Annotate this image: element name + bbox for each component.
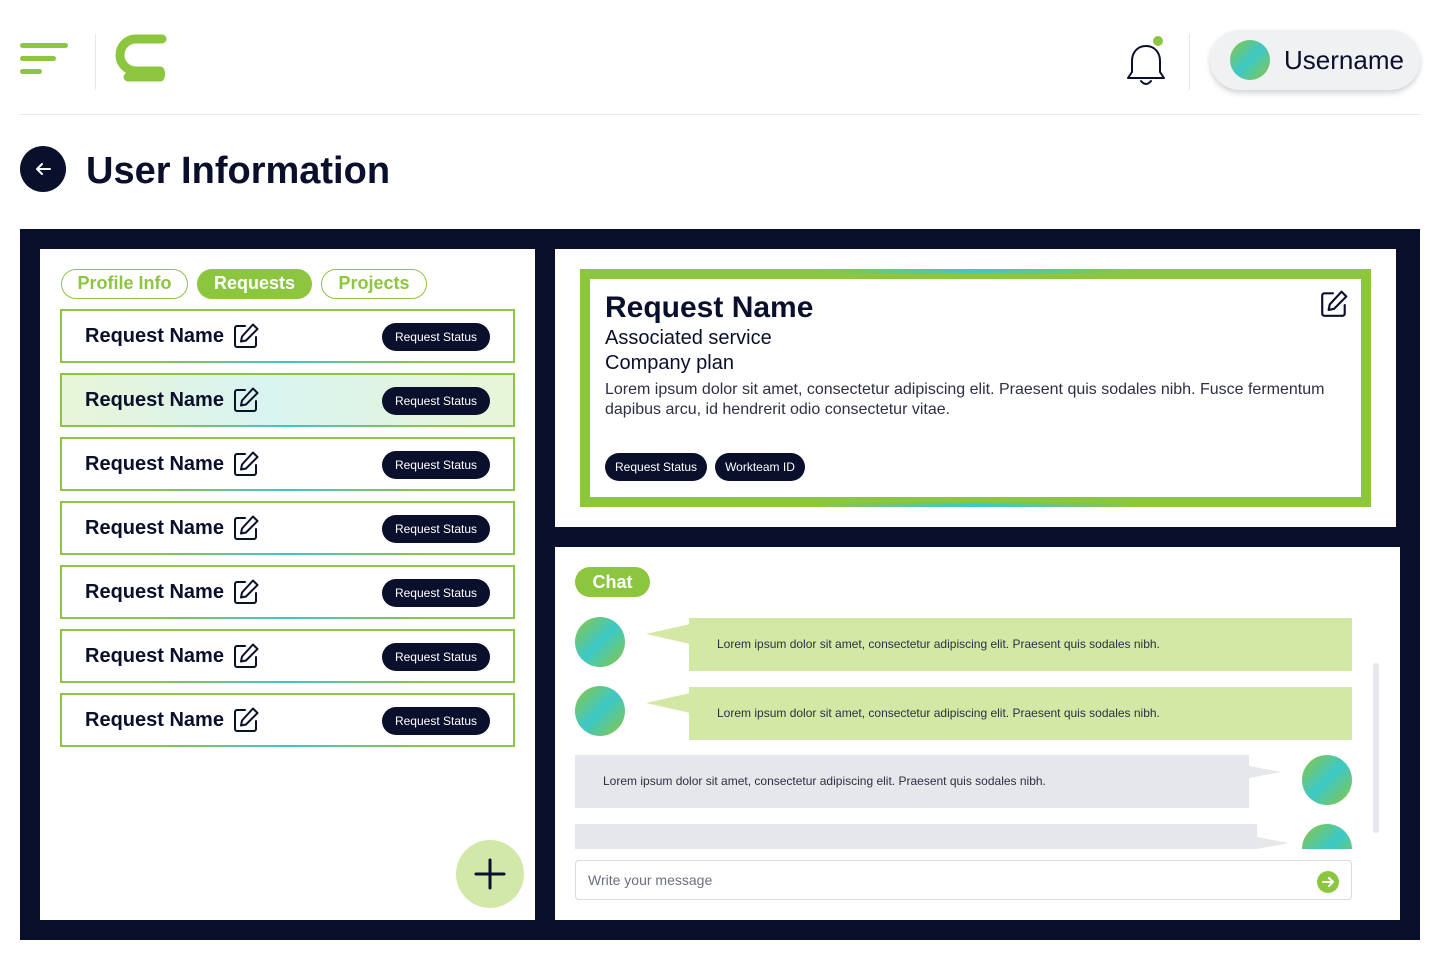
tab-profile-info[interactable]: Profile Info	[61, 269, 188, 299]
request-description: Lorem ipsum dolor sit amet, consectetur …	[605, 381, 1325, 418]
request-list-item[interactable]: Request Name Request Status	[60, 501, 515, 555]
status-badge: Request Status	[382, 643, 490, 671]
page-title: User Information	[86, 150, 391, 192]
arrow-right-icon	[1322, 877, 1334, 887]
request-name: Request Name	[85, 581, 224, 603]
edit-icon[interactable]	[232, 450, 260, 478]
chat-label: Chat	[575, 567, 650, 597]
hamburger-menu-icon[interactable]	[20, 43, 70, 79]
request-list-item[interactable]: Request Name Request Status	[60, 309, 515, 363]
tab-projects[interactable]: Projects	[321, 269, 427, 299]
message-bubble-incoming: Lorem ipsum dolor sit amet, consectetur …	[689, 618, 1352, 671]
header-divider	[95, 34, 96, 90]
message-input-box	[575, 860, 1352, 900]
add-request-button[interactable]	[456, 840, 524, 908]
send-button[interactable]	[1317, 871, 1339, 893]
request-list-item[interactable]: Request Name Request Status	[60, 373, 515, 427]
status-badge: Request Status	[382, 387, 490, 415]
status-badge: Request Status	[382, 323, 490, 351]
plus-icon	[474, 858, 506, 890]
user-name: Username	[1284, 44, 1404, 75]
edit-icon[interactable]	[1319, 289, 1349, 319]
header-divider	[1189, 34, 1190, 90]
status-badge: Request Status	[382, 579, 490, 607]
tab-bar: Profile Info Requests Projects	[61, 269, 427, 299]
workteam-badge: Workteam ID	[715, 453, 805, 481]
request-name: Request Name	[85, 517, 224, 539]
request-list: Request Name Request Status Request Name…	[60, 309, 515, 757]
request-name: Request Name	[85, 325, 224, 347]
avatar	[1302, 755, 1352, 805]
avatar	[1302, 824, 1352, 849]
edit-icon[interactable]	[232, 706, 260, 734]
status-badge: Request Status	[382, 707, 490, 735]
requests-panel: Profile Info Requests Projects Request N…	[40, 249, 535, 920]
request-name: Request Name	[85, 389, 224, 411]
request-list-item[interactable]: Request Name Request Status	[60, 565, 515, 619]
edit-icon[interactable]	[232, 514, 260, 542]
arrow-left-icon	[36, 163, 51, 175]
request-name: Request Name	[85, 645, 224, 667]
message-bubble-outgoing	[575, 824, 1257, 849]
avatar	[1230, 40, 1270, 80]
edit-icon[interactable]	[232, 322, 260, 350]
notification-dot	[1153, 36, 1163, 46]
brand-logo-icon[interactable]	[114, 33, 172, 89]
request-name: Request Name	[85, 453, 224, 475]
request-list-item[interactable]: Request Name Request Status	[60, 629, 515, 683]
request-list-item[interactable]: Request Name Request Status	[60, 437, 515, 491]
company-plan: Company plan	[605, 352, 734, 374]
request-list-item[interactable]: Request Name Request Status	[60, 693, 515, 747]
message-bubble-outgoing: Lorem ipsum dolor sit amet, consectetur …	[575, 755, 1249, 808]
request-name: Request Name	[85, 709, 224, 731]
main-container: Profile Info Requests Projects Request N…	[20, 229, 1420, 940]
chat-messages: Lorem ipsum dolor sit amet, consectetur …	[575, 612, 1355, 849]
chat-panel: Chat Lorem ipsum dolor sit amet, consect…	[555, 547, 1400, 920]
status-badge: Request Status	[382, 451, 490, 479]
bell-icon[interactable]	[1124, 36, 1168, 88]
request-title: Request Name	[605, 291, 814, 324]
edit-icon[interactable]	[232, 578, 260, 606]
message-input[interactable]	[588, 861, 1308, 899]
edit-icon[interactable]	[232, 642, 260, 670]
tab-requests[interactable]: Requests	[197, 269, 312, 299]
request-detail-panel: Request Name Associated service Company …	[555, 249, 1396, 527]
status-badge: Request Status	[605, 453, 708, 481]
avatar	[575, 617, 625, 667]
top-header: Username	[20, 0, 1420, 115]
request-detail-card: Request Name Associated service Company …	[580, 269, 1371, 507]
user-menu-button[interactable]: Username	[1210, 30, 1420, 90]
message-bubble-incoming: Lorem ipsum dolor sit amet, consectetur …	[689, 687, 1352, 740]
edit-icon[interactable]	[232, 386, 260, 414]
chat-scrollbar[interactable]	[1373, 663, 1379, 833]
back-button[interactable]	[20, 146, 66, 192]
detail-badges: Request Status Workteam ID	[605, 453, 805, 481]
status-badge: Request Status	[382, 515, 490, 543]
avatar	[575, 686, 625, 736]
associated-service: Associated service	[605, 327, 772, 349]
